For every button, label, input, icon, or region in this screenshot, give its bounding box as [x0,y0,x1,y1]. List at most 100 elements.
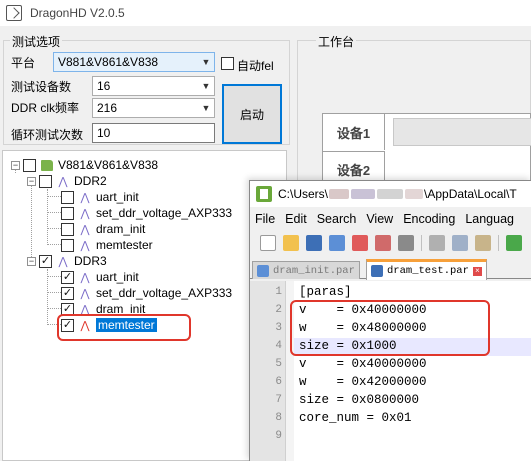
tree-connector [47,308,61,309]
close-file-icon[interactable] [352,235,368,251]
code-line: size = 0x0800000 [299,393,420,407]
tree-item-row[interactable]: ⋀ memtester [61,237,153,253]
tree-root-label: V881&V861&V838 [58,158,159,172]
print-icon[interactable] [398,235,414,251]
test-case-icon: ⋀ [80,271,90,284]
platform-value: V881&V861&V838 [58,55,159,69]
platform-label: 平台 [11,56,36,70]
copy-icon[interactable] [452,235,468,251]
start-button[interactable]: 启动 [222,84,282,144]
tree-checkbox[interactable] [39,174,52,188]
line-number: 5 [275,358,282,370]
device-count-value: 16 [97,79,111,93]
tab-label: dram_init.par [273,264,355,277]
notepad-tab-bar: dram_init.par dram_test.par × [250,259,531,280]
tree-item-row[interactable]: ⋀ uart_init [61,189,139,205]
line-number: 1 [275,286,282,298]
app-title: DragonHD V2.0.5 [30,6,125,20]
tree-checkbox[interactable] [61,206,74,220]
tree-group-row[interactable]: − ⋀ DDR2 [27,173,107,189]
ddr-clk-select[interactable]: 216 ▼ [92,98,215,118]
collapse-icon[interactable]: − [27,256,36,266]
menu-view[interactable]: View [366,212,393,226]
tree-checkbox[interactable] [23,158,36,172]
line-number: 8 [275,412,282,424]
tree-item-row[interactable]: ⋀ dram_init [61,221,145,237]
test-case-icon: ⋀ [80,191,90,204]
device-count-select[interactable]: 16 ▼ [92,76,215,96]
open-file-icon[interactable] [283,235,299,251]
tree-connector [47,269,48,325]
chevron-down-icon: ▼ [201,81,211,91]
loop-count-label: 循环测试次数 [11,128,84,142]
line-number: 6 [275,376,282,388]
undo-icon[interactable] [506,235,522,251]
menu-language[interactable]: Languag [465,212,514,226]
test-case-icon: ⋀ [80,207,90,220]
line-number: 7 [275,394,282,406]
tree-connector [47,212,61,213]
path-suffix: \AppData\Local\T [424,187,517,201]
close-icon[interactable]: × [472,266,482,276]
test-case-icon: ⋀ [80,223,90,236]
saved-file-icon [371,265,383,277]
menu-edit[interactable]: Edit [285,212,307,226]
loop-count-input[interactable]: 10 [92,123,215,143]
ddr-clk-label: DDR clk频率 [11,101,79,115]
test-case-icon: ⋀ [58,175,68,188]
collapse-icon[interactable]: − [27,176,36,186]
cut-icon[interactable] [429,235,445,251]
start-button-label: 启动 [239,107,264,122]
notepad-window: C:\Users\ \AppData\Local\T File Edit Sea… [249,180,531,461]
code-line: core_num = 0x01 [299,411,412,425]
tree-checkbox[interactable] [61,286,74,300]
tree-checkbox[interactable] [61,190,74,204]
saved-file-icon [257,264,269,277]
close-all-icon[interactable] [375,235,391,251]
loop-count-value: 10 [97,126,111,140]
autofel-label: 自动fel [237,59,274,73]
save-all-icon[interactable] [329,235,345,251]
path-prefix: C:\Users\ [278,187,329,201]
platform-select[interactable]: V881&V861&V838 ▼ [53,52,215,72]
tree-connector [47,228,61,229]
menu-file[interactable]: File [255,212,275,226]
tree-group-row[interactable]: − ⋀ DDR3 [27,253,107,269]
collapse-icon[interactable]: − [11,160,20,170]
tree-checkbox[interactable] [61,222,74,236]
toolbar-divider [498,235,499,251]
line-number: 9 [275,430,282,442]
device-table: 设备1 设备2 [322,113,531,187]
notepad-menu-bar: File Edit Search View Encoding Languag [250,209,519,229]
tree-connector [47,292,61,293]
menu-encoding[interactable]: Encoding [403,212,455,226]
tree-item-row[interactable]: ⋀ uart_init [61,269,139,285]
tree-checkbox[interactable] [61,238,74,252]
test-case-tree[interactable]: − V881&V861&V838 − ⋀ DDR2 ⋀ uart_init ⋀ … [2,150,287,461]
code-line: [paras] [299,285,352,299]
menu-search[interactable]: Search [317,212,357,226]
line-number: 4 [275,340,282,352]
tree-checkbox[interactable] [39,254,52,268]
tab-dram-test[interactable]: dram_test.par × [366,259,487,280]
save-icon[interactable] [306,235,322,251]
code-line: w = 0x42000000 [299,375,427,389]
title-bar: DragonHD V2.0.5 [0,0,531,26]
autofel-checkbox[interactable] [221,57,234,70]
device-cell: 设备1 [323,114,385,150]
tree-connector [47,276,61,277]
paste-icon[interactable] [475,235,491,251]
tree-item-row[interactable]: ⋀ set_ddr_voltage_AXP333 [61,205,232,221]
ddr-clk-value: 216 [97,101,118,115]
line-number: 2 [275,304,282,316]
tree-root-row[interactable]: − V881&V861&V838 [11,157,158,173]
tab-dram-init[interactable]: dram_init.par [252,261,360,279]
annotation-highlight-box [290,300,490,356]
new-file-icon[interactable] [260,235,276,251]
test-options-title: 测试选项 [10,33,63,50]
notepad-file-path: C:\Users\ \AppData\Local\T [278,187,517,201]
code-editor[interactable]: 1 2 3 4 5 6 7 8 9 [paras] v = 0x40000000… [250,281,531,461]
tree-item-label: memtester [96,238,153,252]
tree-item-row[interactable]: ⋀ set_ddr_voltage_AXP333 [61,285,232,301]
tree-checkbox[interactable] [61,270,74,284]
